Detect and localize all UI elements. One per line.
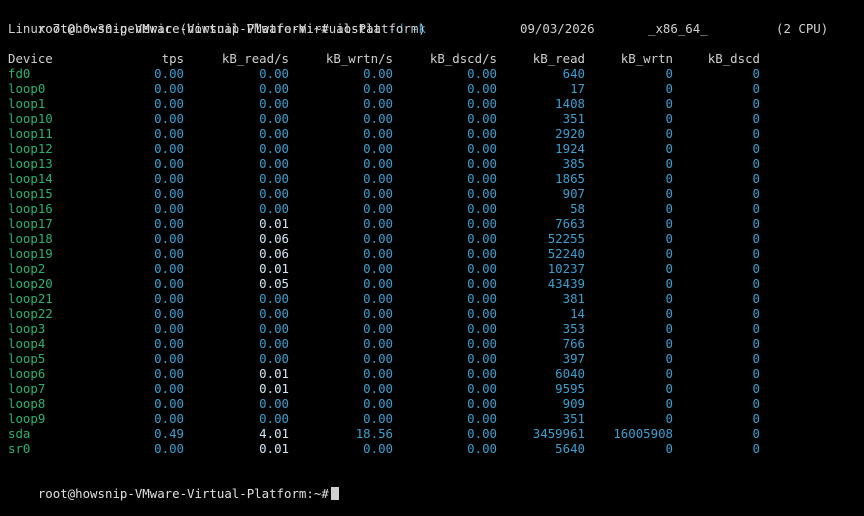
cell-kb-dscd: 0: [752, 201, 760, 216]
cell-kb-dscd: 0: [752, 396, 760, 411]
table-row: loop20 0.00 0.05 0.00 0.00 43439 0 0: [8, 276, 864, 291]
cell-kb-dscd: 0: [752, 321, 760, 336]
cell-kb-dscd: 0: [752, 126, 760, 141]
cell-kb-dscd: 0: [752, 426, 760, 441]
table-row: loop22 0.00 0.00 0.00 0.00 14 0 0: [8, 306, 864, 321]
kernel-info: Linux 7.0.0-30-generic (howsnip-VMware-V…: [8, 21, 426, 36]
table-row: loop8 0.00 0.00 0.00 0.00 909 0 0: [8, 396, 864, 411]
table-row: loop15 0.00 0.00 0.00 0.00 907 0 0: [8, 186, 864, 201]
cell-kb-dscd: 0: [752, 366, 760, 381]
cell-kb-dscd: 0: [752, 291, 760, 306]
table-row: loop21 0.00 0.00 0.00 0.00 381 0 0: [8, 291, 864, 306]
terminal-window[interactable]: root@howsnip-VMware-Virtual-Platform:~# …: [0, 0, 864, 507]
cell-kb-dscd: 0: [752, 411, 760, 426]
table-row: fd0 0.00 0.00 0.00 0.00 640 0 0: [8, 66, 864, 81]
arch-info: _x86_64_: [648, 21, 708, 36]
table-row: loop14 0.00 0.00 0.00 0.00 1865 0 0: [8, 171, 864, 186]
table-body: fd0 0.00 0.00 0.00 0.00 640 0 0 loop0 0.00 0.00 0.0…: [8, 66, 864, 456]
header-kb-dscd: kB_dscd: [707, 51, 760, 66]
cell-kb-dscd: 0: [752, 246, 760, 261]
table-row: loop5 0.00 0.00 0.00 0.00 397 0 0: [8, 351, 864, 366]
text-cursor: [330, 487, 339, 500]
table-row: sr0 0.00 0.01 0.00 0.00 5640 0 0: [8, 441, 864, 456]
cell-kb-dscd: 0: [752, 306, 760, 321]
cell-kb-dscd: 0: [752, 96, 760, 111]
cell-kb-dscd: 0: [752, 141, 760, 156]
table-row: loop7 0.00 0.01 0.00 0.00 9595 0 0: [8, 381, 864, 396]
cell-kb-dscd: 0: [752, 156, 760, 171]
table-header: Device tps kB_read/s kB_wrtn/s kB_dscd/s…: [8, 51, 864, 66]
cell-kb-dscd: 0: [752, 276, 760, 291]
command-line: root@howsnip-VMware-Virtual-Platform:~# …: [8, 6, 864, 36]
date-info: 09/03/2026: [520, 21, 595, 36]
cell-kb-dscd: 0: [752, 441, 760, 456]
cell-kb-dscd: 0: [752, 186, 760, 201]
final-prompt-line[interactable]: root@howsnip-VMware-Virtual-Platform:~#: [8, 471, 864, 501]
table-row: loop16 0.00 0.00 0.00 0.00 58 0 0: [8, 201, 864, 216]
cell-kb-dscd: 0: [752, 66, 760, 81]
cell-kb-dscd: 0: [752, 171, 760, 186]
cell-kb-dscd: 0: [752, 231, 760, 246]
table-row: loop11 0.00 0.00 0.00 0.00 2920 0 0: [8, 126, 864, 141]
table-row: loop19 0.00 0.06 0.00 0.00 52240 0 0: [8, 246, 864, 261]
sysinfo-line: Linux 7.0.0-30-generic (howsnip-VMware-V…: [8, 21, 864, 36]
final-prompt-text: root@howsnip-VMware-Virtual-Platform:~#: [37, 486, 329, 501]
table-row: loop2 0.00 0.01 0.00 0.00 10237 0 0: [8, 261, 864, 276]
table-row: loop17 0.00 0.01 0.00 0.00 7663 0 0: [8, 216, 864, 231]
cell-kb-dscd: 0: [752, 111, 760, 126]
cell-kb-dscd: 0: [752, 216, 760, 231]
table-row: loop9 0.00 0.00 0.00 0.00 351 0 0: [8, 411, 864, 426]
table-row: loop4 0.00 0.00 0.00 0.00 766 0 0: [8, 336, 864, 351]
cell-kb-dscd: 0: [752, 381, 760, 396]
table-row: loop6 0.00 0.01 0.00 0.00 6040 0 0: [8, 366, 864, 381]
table-row: loop18 0.00 0.06 0.00 0.00 52255 0 0: [8, 231, 864, 246]
cell-kb-dscd: 0: [752, 336, 760, 351]
cell-kb-dscd: 0: [752, 261, 760, 276]
table-row: sda 0.49 4.01 18.56 0.00 3459961 16005908 0: [8, 426, 864, 441]
table-row: loop3 0.00 0.00 0.00 0.00 353 0 0: [8, 321, 864, 336]
cpu-info: (2 CPU): [776, 21, 829, 36]
cell-kb-dscd: 0: [752, 81, 760, 96]
table-row: loop0 0.00 0.00 0.00 0.00 17 0 0: [8, 81, 864, 96]
cell-kb-dscd: 0: [752, 351, 760, 366]
table-row: loop10 0.00 0.00 0.00 0.00 351 0 0: [8, 111, 864, 126]
table-row: loop13 0.00 0.00 0.00 0.00 385 0 0: [8, 156, 864, 171]
table-row: loop12 0.00 0.00 0.00 0.00 1924 0 0: [8, 141, 864, 156]
table-row: loop1 0.00 0.00 0.00 0.00 1408 0 0: [8, 96, 864, 111]
